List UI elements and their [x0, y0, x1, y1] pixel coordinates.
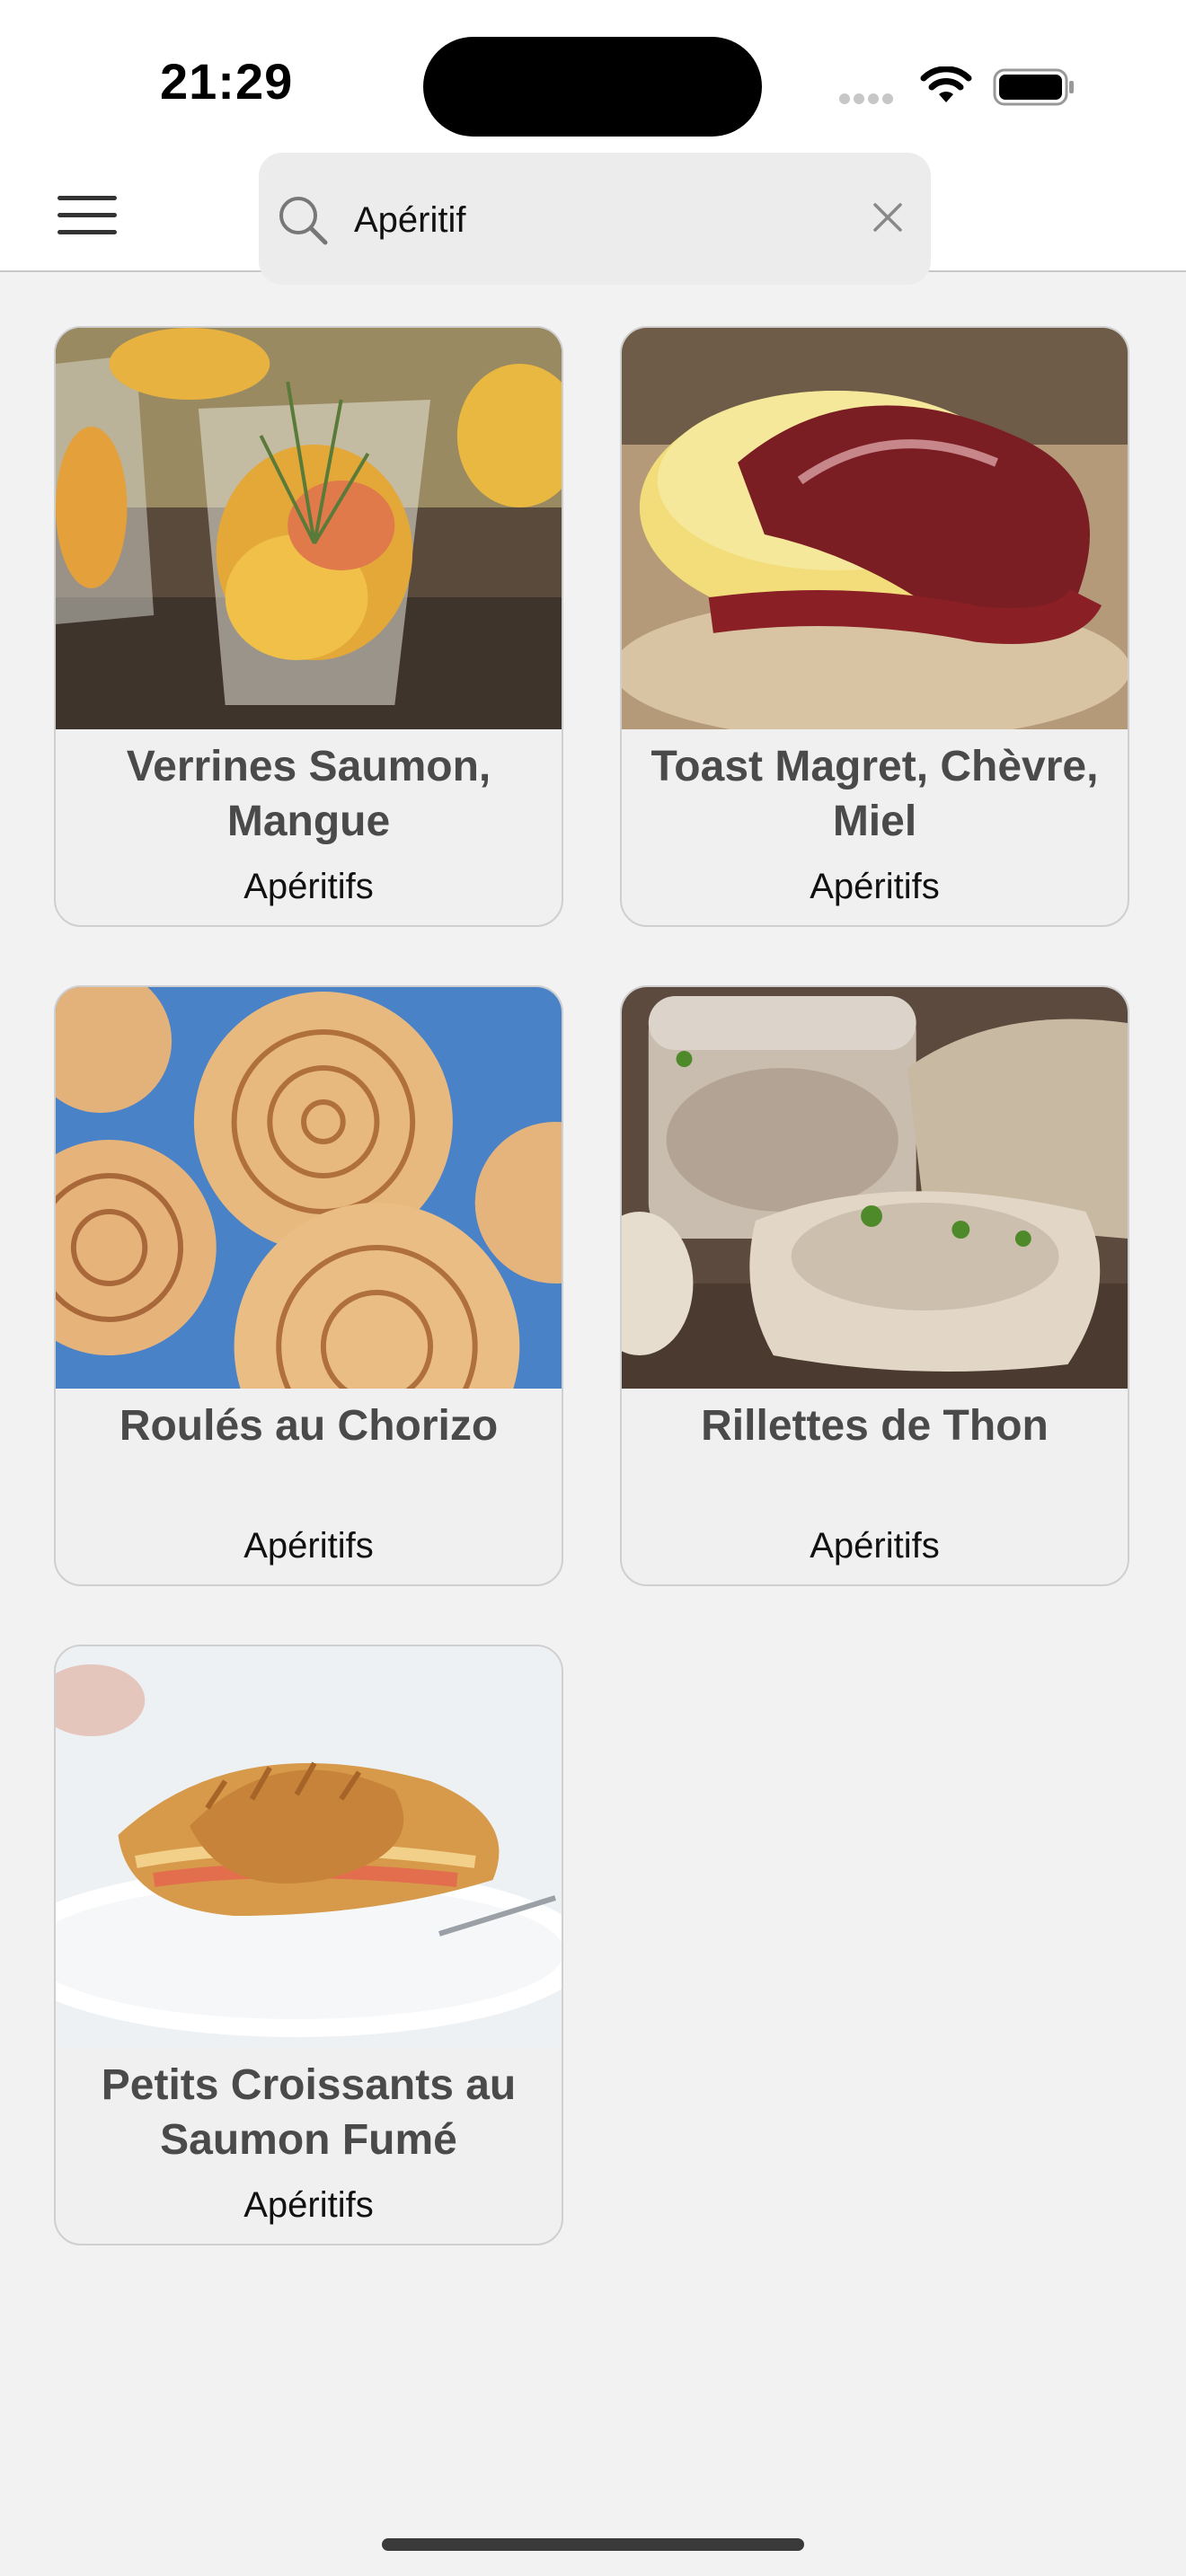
recipe-card[interactable]: Verrines Saumon, Mangue Apéritifs — [54, 326, 563, 927]
recipe-title: Toast Magret, Chèvre, Miel — [651, 743, 1099, 845]
recipe-category: Apéritifs — [810, 867, 940, 906]
status-time: 21:29 — [160, 53, 294, 110]
top-bar — [0, 153, 1186, 285]
recipe-title: Roulés au Chorizo — [119, 1402, 499, 1450]
recipe-image-petits-croissants — [56, 1646, 562, 2048]
recipe-category: Apéritifs — [243, 1526, 374, 1566]
recipe-image-toast-magret — [622, 328, 1128, 729]
status-bar: 21:29 — [0, 0, 1186, 153]
recipe-image-rillettes-thon — [622, 987, 1128, 1389]
recipe-title: Rillettes de Thon — [701, 1402, 1049, 1450]
cellular-signal-icon — [839, 93, 897, 109]
recipe-title: Petits Croissants au Saumon Fumé — [101, 2061, 517, 2164]
search-bar[interactable] — [259, 153, 931, 285]
menu-button[interactable] — [58, 196, 120, 241]
recipe-card[interactable]: Toast Magret, Chèvre, Miel Apéritifs — [620, 326, 1129, 927]
recipe-category: Apéritifs — [243, 2185, 374, 2225]
recipe-category: Apéritifs — [810, 1526, 940, 1566]
search-input[interactable] — [352, 194, 841, 246]
recipe-card[interactable]: Roulés au Chorizo Apéritifs — [54, 985, 563, 1586]
dynamic-island — [423, 37, 762, 137]
recipe-image-roules-chorizo — [56, 987, 562, 1389]
recipe-image-verrines — [56, 328, 562, 729]
recipe-card[interactable]: Petits Croissants au Saumon Fumé Apériti… — [54, 1645, 563, 2245]
home-indicator[interactable] — [382, 2538, 804, 2551]
close-icon[interactable] — [872, 201, 904, 234]
recipe-category: Apéritifs — [243, 867, 374, 906]
hamburger-icon — [58, 196, 117, 200]
recipe-card[interactable]: Rillettes de Thon Apéritifs — [620, 985, 1129, 1586]
battery-icon — [993, 68, 1074, 106]
recipe-title: Verrines Saumon, Mangue — [126, 743, 491, 845]
search-icon — [279, 197, 328, 245]
wifi-icon — [920, 66, 972, 102]
